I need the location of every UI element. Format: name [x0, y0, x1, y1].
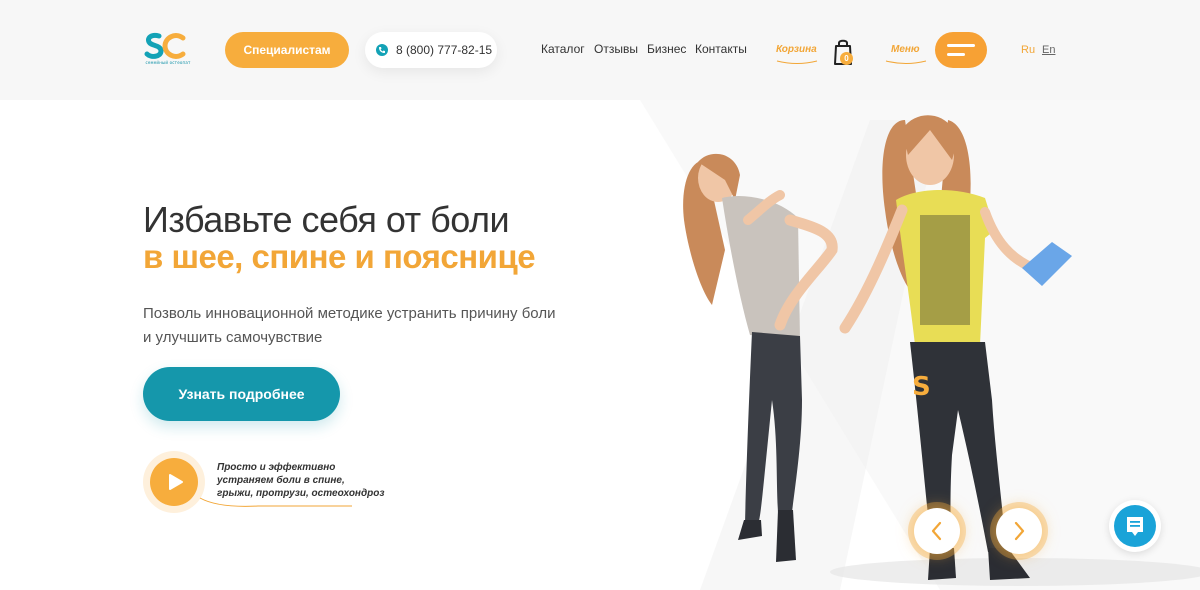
nav-catalog[interactable]: Каталог — [541, 42, 585, 56]
slider-next-button[interactable] — [996, 508, 1042, 554]
pants-logo: S — [912, 372, 931, 402]
hamburger-menu-button[interactable] — [935, 32, 987, 68]
hamburger-icon-line — [947, 53, 965, 56]
cart-underline — [776, 60, 818, 64]
site-header: семейный остеопат Специалистам 8 (800) 7… — [0, 0, 1200, 100]
lang-ru[interactable]: Ru — [1021, 44, 1035, 56]
hero-title-accent: в шее, спине и пояснице — [143, 238, 536, 275]
nav-contacts[interactable]: Контакты — [695, 42, 747, 56]
chat-icon — [1127, 517, 1143, 536]
chat-widget-button[interactable] — [1109, 500, 1161, 552]
play-button-circle — [150, 458, 198, 506]
nav-reviews[interactable]: Отзывы — [594, 42, 638, 56]
phone-icon — [376, 44, 388, 56]
chevron-left-icon — [931, 521, 942, 541]
hero-subtitle: Позволь инновационной методике устранить… — [143, 305, 556, 346]
menu-underline — [885, 60, 927, 64]
video-caption-line: устраняем боли в спине, — [217, 475, 345, 486]
video-caption-line: Просто и эффективно — [217, 462, 336, 473]
hero-title: Избавьте себя от боли — [143, 199, 510, 240]
video-play-button[interactable] — [143, 451, 205, 513]
hamburger-icon — [947, 44, 975, 47]
logo-mark — [144, 33, 186, 59]
video-caption-line: грыжи, протрузи, остеохондроз — [217, 488, 385, 499]
phone-button[interactable]: 8 (800) 777-82-15 — [365, 32, 497, 68]
chat-widget-circle — [1114, 505, 1156, 547]
video-caption: Просто и эффективно устраняем боли в спи… — [217, 461, 384, 500]
page: семейный остеопат Специалистам 8 (800) 7… — [0, 0, 1200, 590]
logo-subtitle: семейный остеопат — [145, 60, 191, 65]
logo[interactable]: семейный остеопат — [143, 32, 193, 68]
specialists-button[interactable]: Специалистам — [225, 32, 349, 68]
cart-link[interactable]: Корзина — [776, 44, 817, 55]
slider-prev-button[interactable] — [914, 508, 960, 554]
chevron-right-icon — [1014, 521, 1025, 541]
lang-en[interactable]: En — [1042, 44, 1055, 56]
play-icon — [169, 474, 183, 490]
nav-business[interactable]: Бизнес — [647, 42, 686, 56]
learn-more-button[interactable]: Узнать подробнее — [143, 367, 340, 421]
phone-number: 8 (800) 777-82-15 — [396, 43, 493, 57]
menu-link[interactable]: Меню — [891, 44, 920, 55]
cart-count-badge: 0 — [840, 52, 853, 65]
